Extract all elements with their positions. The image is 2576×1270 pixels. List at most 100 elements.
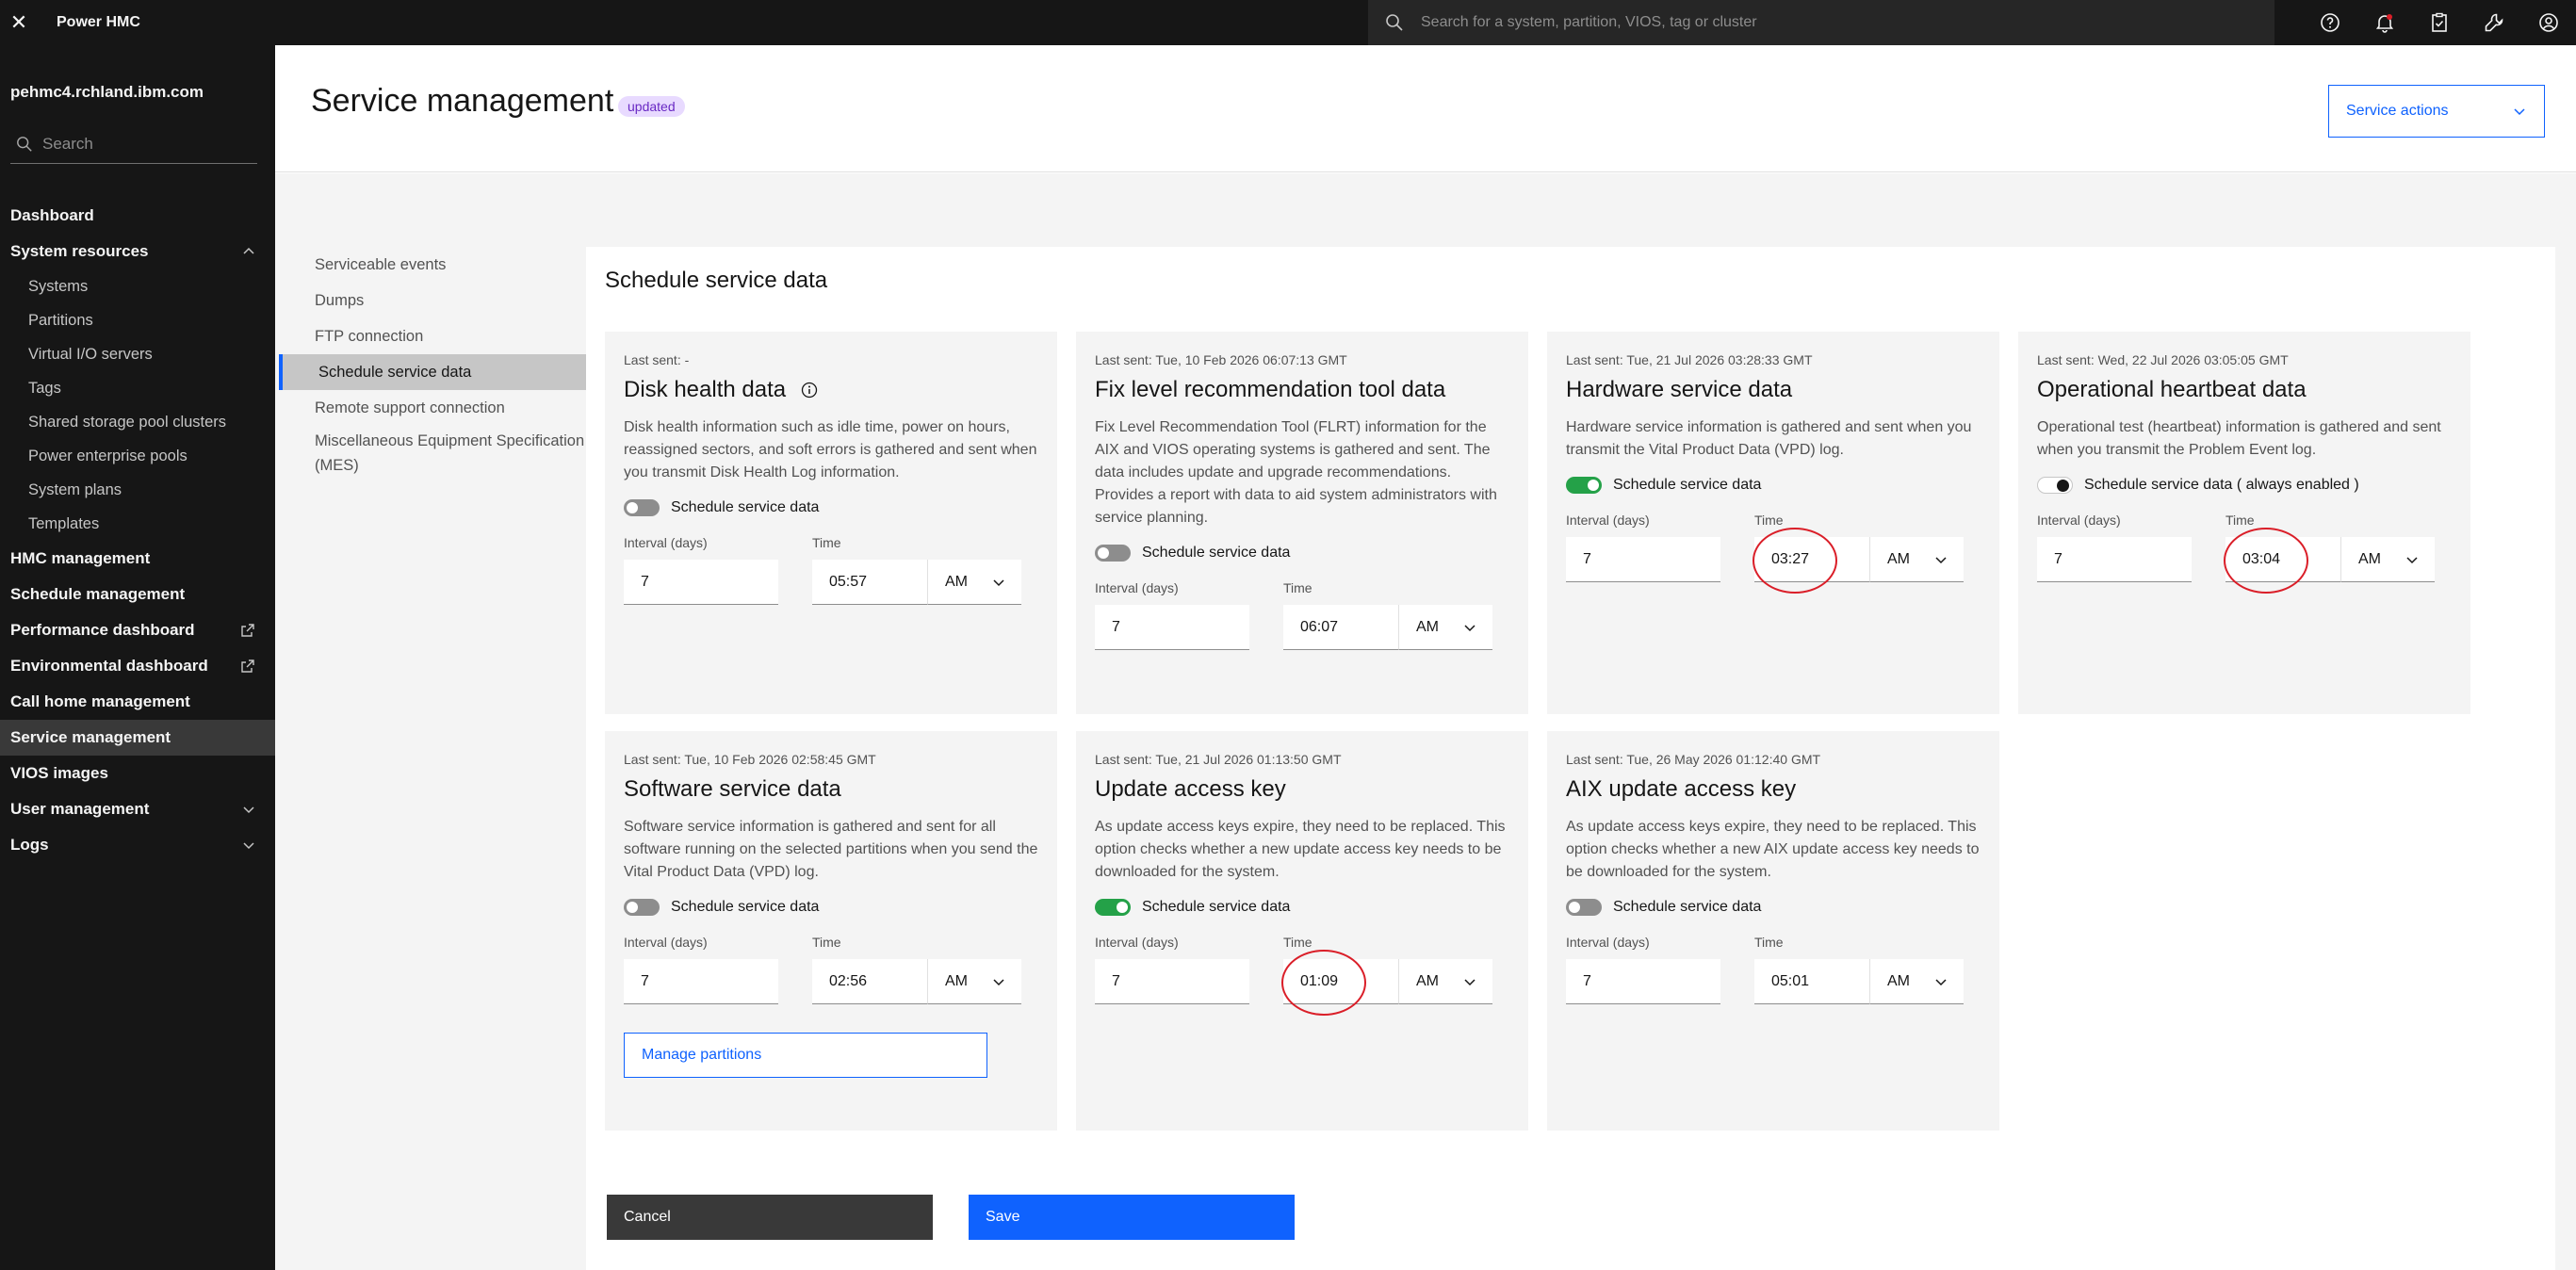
save-button[interactable]: Save	[969, 1195, 1295, 1240]
schedule-panel: Schedule service data Last sent: - Disk …	[586, 247, 2555, 1270]
chevron-down-icon	[1464, 978, 1475, 985]
interval-input[interactable]: 7	[1095, 605, 1249, 650]
last-sent: Last sent: -	[624, 352, 690, 367]
nav-environmental-dashboard[interactable]: Environmental dashboard	[0, 648, 275, 684]
time-input[interactable]: 05:57	[812, 560, 927, 605]
hmc-host-name: pehmc4.rchland.ibm.com	[10, 83, 204, 101]
card-disk-health: Last sent: - Disk health data Disk healt…	[605, 332, 1057, 714]
toggle-switch[interactable]	[1095, 899, 1131, 916]
nav-user-management[interactable]: User management	[0, 791, 275, 827]
ampm-select[interactable]: AM	[927, 560, 1021, 605]
toggle-label: Schedule service data	[1613, 477, 1762, 493]
schedule-toggle[interactable]: Schedule service data	[1566, 899, 1981, 916]
time-input[interactable]: 05:01	[1754, 959, 1869, 1004]
toggle-label: Schedule service data	[1613, 899, 1762, 915]
ampm-select[interactable]: AM	[1869, 959, 1964, 1004]
nav-systems[interactable]: Systems	[0, 269, 275, 303]
global-search-input[interactable]	[1421, 14, 2250, 31]
nav-virtual-io-servers[interactable]: Virtual I/O servers	[0, 337, 275, 371]
interval-input[interactable]: 7	[2037, 537, 2192, 582]
ampm-select[interactable]: AM	[2340, 537, 2435, 582]
toggle-label: Schedule service data	[671, 499, 820, 515]
close-icon[interactable]: ✕	[0, 0, 38, 45]
left-navigation: pehmc4.rchland.ibm.com Search Dashboard …	[0, 45, 275, 1270]
ampm-select[interactable]: AM	[927, 959, 1021, 1004]
interval-input[interactable]: 7	[1566, 959, 1720, 1004]
toggle-switch[interactable]	[624, 899, 660, 916]
interval-input[interactable]: 7	[1566, 537, 1720, 582]
card-description: Disk health information such as idle tim…	[624, 419, 1037, 480]
time-input[interactable]: 06:07	[1283, 605, 1398, 650]
nav-search-input[interactable]: Search	[10, 124, 257, 164]
nav-label: Environmental dashboard	[10, 657, 208, 675]
subnav-ftp-connection[interactable]: FTP connection	[279, 318, 586, 354]
schedule-toggle[interactable]: Schedule service data	[624, 899, 1038, 916]
time-value: 02:56	[829, 972, 868, 989]
subnav-mes[interactable]: Miscellaneous Equipment Specification (M…	[279, 426, 586, 480]
subnav-dumps[interactable]: Dumps	[279, 283, 586, 318]
interval-input[interactable]: 7	[624, 959, 778, 1004]
nav-call-home-management[interactable]: Call home management	[0, 684, 275, 720]
nav-system-plans[interactable]: System plans	[0, 473, 275, 507]
global-search[interactable]	[1368, 0, 2274, 45]
toggle-switch[interactable]	[624, 499, 660, 516]
toggle-switch[interactable]	[1566, 899, 1602, 916]
nav-logs[interactable]: Logs	[0, 827, 275, 863]
nav-templates[interactable]: Templates	[0, 507, 275, 541]
info-icon[interactable]	[801, 382, 818, 399]
card-software-service: Last sent: Tue, 10 Feb 2026 02:58:45 GMT…	[605, 731, 1057, 1131]
app-brand: Power HMC	[57, 14, 140, 30]
nav-tags[interactable]: Tags	[0, 371, 275, 405]
cancel-button[interactable]: Cancel	[607, 1195, 933, 1240]
card-title: Operational heartbeat data	[2037, 377, 2307, 402]
card-update-access-key: Last sent: Tue, 21 Jul 2026 01:13:50 GMT…	[1076, 731, 1528, 1131]
interval-label: Interval (days)	[1566, 513, 1650, 528]
time-value: 03:27	[1771, 550, 1810, 567]
schedule-toggle[interactable]: Schedule service data	[1566, 477, 1981, 494]
time-input[interactable]: 01:09	[1281, 950, 1398, 1016]
chevron-down-icon	[1935, 556, 1947, 563]
search-icon	[17, 136, 32, 152]
nav-performance-dashboard[interactable]: Performance dashboard	[0, 612, 275, 648]
nav-label: Dashboard	[10, 206, 94, 224]
help-icon[interactable]	[2303, 0, 2357, 45]
nav-shared-storage-pool-clusters[interactable]: Shared storage pool clusters	[0, 405, 275, 439]
subnav-serviceable-events[interactable]: Serviceable events	[279, 247, 586, 283]
ampm-select[interactable]: AM	[1398, 605, 1492, 650]
page-header: Service management updated Service actio…	[275, 45, 2576, 172]
interval-input[interactable]: 7	[1095, 959, 1249, 1004]
card-title-text: Disk health data	[624, 377, 787, 402]
ampm-value: AM	[1416, 618, 1439, 635]
service-actions-dropdown[interactable]: Service actions	[2328, 85, 2545, 138]
subnav-schedule-service-data[interactable]: Schedule service data	[279, 354, 586, 390]
toggle-switch[interactable]	[1566, 477, 1602, 494]
nav-dashboard[interactable]: Dashboard	[0, 198, 275, 234]
subnav-remote-support-connection[interactable]: Remote support connection	[279, 390, 586, 426]
nav-partitions[interactable]: Partitions	[0, 303, 275, 337]
interval-input[interactable]: 7	[624, 560, 778, 605]
nav-service-management[interactable]: Service management	[0, 720, 275, 756]
nav-system-resources[interactable]: System resources	[0, 234, 275, 269]
ampm-select[interactable]: AM	[1869, 537, 1964, 582]
nav-schedule-management[interactable]: Schedule management	[0, 577, 275, 612]
user-avatar-icon[interactable]	[2521, 0, 2576, 45]
nav-hmc-management[interactable]: HMC management	[0, 541, 275, 577]
time-input[interactable]: 03:04	[2224, 528, 2340, 594]
nav-vios-images[interactable]: VIOS images	[0, 756, 275, 791]
task-clipboard-icon[interactable]	[2412, 0, 2467, 45]
card-aix-update-access-key: Last sent: Tue, 26 May 2026 01:12:40 GMT…	[1547, 731, 1999, 1131]
schedule-toggle[interactable]: Schedule service data	[1095, 545, 1509, 562]
schedule-toggle: Schedule service data ( always enabled )	[2037, 477, 2452, 494]
schedule-toggle[interactable]: Schedule service data	[624, 499, 1038, 516]
time-input[interactable]: 02:56	[812, 959, 927, 1004]
notification-icon[interactable]	[2357, 0, 2412, 45]
toggle-switch[interactable]	[1095, 545, 1131, 562]
nav-power-enterprise-pools[interactable]: Power enterprise pools	[0, 439, 275, 473]
wrench-icon[interactable]	[2467, 0, 2521, 45]
time-input[interactable]: 03:27	[1753, 528, 1869, 594]
ampm-value: AM	[1887, 972, 1910, 989]
manage-partitions-button[interactable]: Manage partitions	[624, 1033, 987, 1078]
schedule-toggle[interactable]: Schedule service data	[1095, 899, 1509, 916]
time-value: 01:09	[1300, 972, 1339, 989]
ampm-select[interactable]: AM	[1398, 959, 1492, 1004]
